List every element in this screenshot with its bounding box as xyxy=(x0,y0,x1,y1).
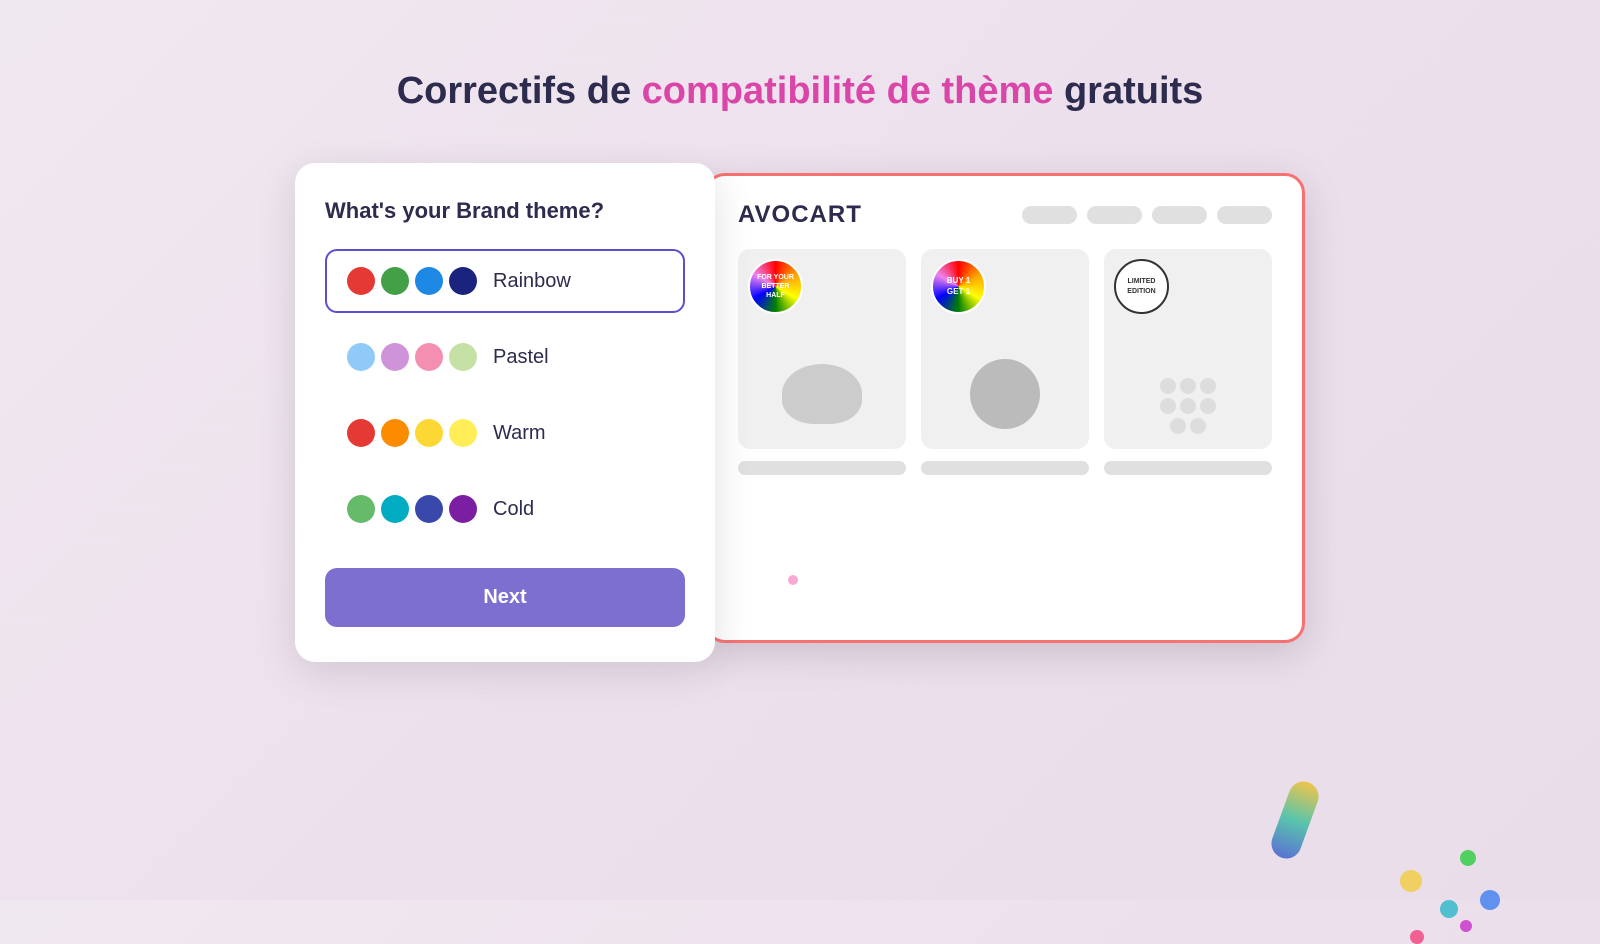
nav-item-4 xyxy=(1217,206,1272,224)
theme-label-cold: Cold xyxy=(493,498,534,521)
pastel-dot-1 xyxy=(347,343,375,371)
page-title: Correctifs de compatibilité de thème gra… xyxy=(0,0,1600,113)
rainbow-dot-2 xyxy=(381,267,409,295)
rainbow-dot-3 xyxy=(415,267,443,295)
title-before: Correctifs de xyxy=(397,70,642,112)
warm-dot-3 xyxy=(415,419,443,447)
deco-dot-blue xyxy=(1480,890,1500,910)
product-card-3: LIMITEDEDITION xyxy=(1104,249,1272,449)
bread-shape xyxy=(782,364,862,424)
label-bar-1 xyxy=(738,461,906,475)
ball xyxy=(1200,398,1216,414)
pastel-dot-2 xyxy=(381,343,409,371)
theme-label-pastel: Pastel xyxy=(493,346,549,369)
nav-item-2 xyxy=(1087,206,1142,224)
pastel-dot-4 xyxy=(449,343,477,371)
product-card-1: FOR YOURBETTERHALF xyxy=(738,249,906,449)
cold-dot-1 xyxy=(347,495,375,523)
theme-option-rainbow[interactable]: Rainbow xyxy=(325,249,685,313)
deco-stripe xyxy=(1267,777,1323,862)
ball xyxy=(1180,398,1196,414)
main-content: What's your Brand theme? Rainbow Pastel Wa… xyxy=(0,163,1600,662)
product-card-2: BUY 1GET 1 xyxy=(921,249,1089,449)
preview-dot-pink-1 xyxy=(788,575,798,585)
deco-dot-cyan xyxy=(1440,900,1458,918)
preview-nav xyxy=(1022,206,1272,224)
preview-header: Avocart xyxy=(738,201,1272,229)
theme-label-warm: Warm xyxy=(493,422,546,445)
rainbow-dot-1 xyxy=(347,267,375,295)
badge-limited: LIMITEDEDITION xyxy=(1114,259,1169,314)
color-dots-rainbow xyxy=(347,267,477,295)
label-bar-3 xyxy=(1104,461,1272,475)
theme-label-rainbow: Rainbow xyxy=(493,270,571,293)
cold-dot-4 xyxy=(449,495,477,523)
title-after: gratuits xyxy=(1053,70,1203,112)
next-button[interactable]: Next xyxy=(325,568,685,627)
nav-item-1 xyxy=(1022,206,1077,224)
color-dots-warm xyxy=(347,419,477,447)
ball xyxy=(1190,418,1206,434)
brand-theme-card: What's your Brand theme? Rainbow Pastel Wa… xyxy=(295,163,715,662)
preview-card: Avocart FOR YOURBETTERHALF BUY 1GET 1 xyxy=(705,173,1305,643)
deco-dot-yellow xyxy=(1400,870,1422,892)
nav-item-3 xyxy=(1152,206,1207,224)
deco-dot-purple xyxy=(1460,920,1472,932)
preview-logo: Avocart xyxy=(738,201,862,229)
theme-option-cold[interactable]: Cold xyxy=(325,477,685,541)
balls-container xyxy=(1153,378,1223,434)
badge-buy: BUY 1GET 1 xyxy=(931,259,986,314)
ball xyxy=(1180,378,1196,394)
rainbow-dot-4 xyxy=(449,267,477,295)
color-dots-pastel xyxy=(347,343,477,371)
preview-inner: Avocart FOR YOURBETTERHALF BUY 1GET 1 xyxy=(708,176,1302,500)
ball xyxy=(1200,378,1216,394)
cold-dot-2 xyxy=(381,495,409,523)
label-bar-2 xyxy=(921,461,1089,475)
theme-option-warm[interactable]: Warm xyxy=(325,401,685,465)
preview-labels xyxy=(738,461,1272,475)
theme-options-list: Rainbow Pastel Warm Cold xyxy=(325,249,685,541)
theme-option-pastel[interactable]: Pastel xyxy=(325,325,685,389)
warm-dot-4 xyxy=(449,419,477,447)
deco-dot-pink xyxy=(1410,930,1424,944)
badge-rainbow: FOR YOURBETTERHALF xyxy=(748,259,803,314)
deco-dot-green xyxy=(1460,850,1476,866)
ball xyxy=(1160,378,1176,394)
brand-card-title: What's your Brand theme? xyxy=(325,198,685,224)
warm-dot-2 xyxy=(381,419,409,447)
preview-products: FOR YOURBETTERHALF BUY 1GET 1 LIMITEDEDI… xyxy=(738,249,1272,449)
ball xyxy=(1160,398,1176,414)
warm-dot-1 xyxy=(347,419,375,447)
garlic-shape xyxy=(970,359,1040,429)
pastel-dot-3 xyxy=(415,343,443,371)
title-highlight: compatibilité de thème xyxy=(642,70,1054,112)
ball xyxy=(1170,418,1186,434)
color-dots-cold xyxy=(347,495,477,523)
cold-dot-3 xyxy=(415,495,443,523)
